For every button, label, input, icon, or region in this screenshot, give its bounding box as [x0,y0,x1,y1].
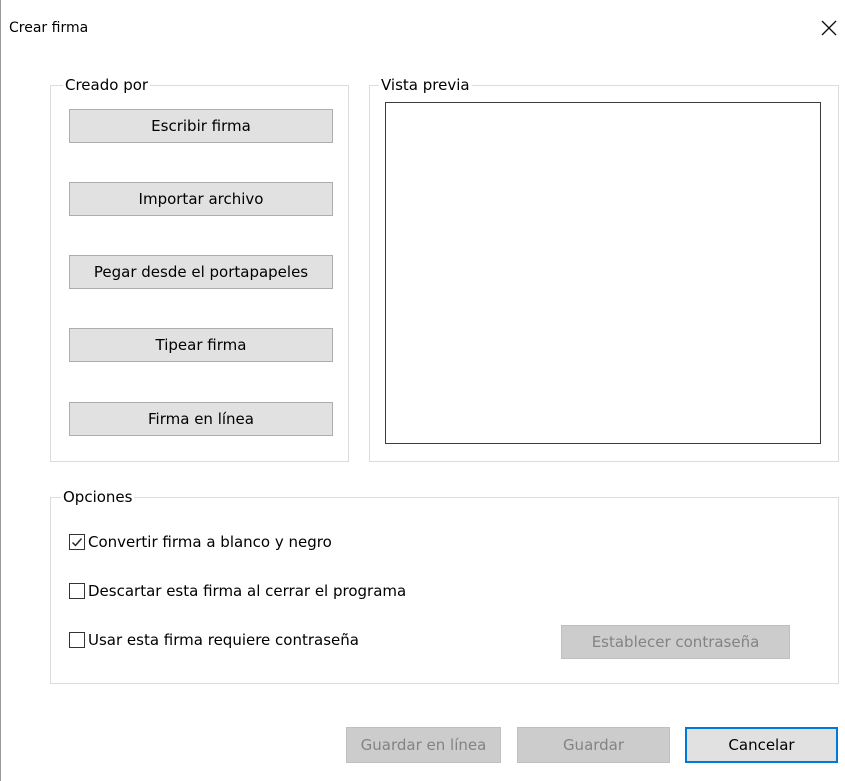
title-bar: Crear firma [1,0,845,56]
save-button[interactable]: Guardar [517,727,670,763]
window-title: Crear firma [9,20,89,36]
options-legend: Opciones [61,488,135,506]
bw-conversion-label: Convertir firma a blanco y negro [88,533,332,551]
close-button[interactable] [810,10,845,46]
require-password-option[interactable]: Usar esta firma requiere contraseña [69,630,359,650]
set-password-button[interactable]: Establecer contraseña [561,625,790,659]
discard-on-close-label: Descartar esta firma al cerrar el progra… [88,582,407,600]
require-password-checkbox[interactable] [69,632,85,648]
import-file-button[interactable]: Importar archivo [69,182,333,216]
require-password-label: Usar esta firma requiere contraseña [88,631,359,649]
close-icon [821,20,837,36]
write-signature-button[interactable]: Escribir firma [69,109,333,143]
created-by-legend: Creado por [63,76,151,94]
online-signature-button[interactable]: Firma en línea [69,402,333,436]
signature-preview-area [385,102,821,444]
bw-conversion-option[interactable]: Convertir firma a blanco y negro [69,532,332,552]
discard-on-close-checkbox[interactable] [69,583,85,599]
save-online-button[interactable]: Guardar en línea [346,727,501,763]
type-signature-button[interactable]: Tipear firma [69,328,333,362]
checkmark-icon [72,538,83,547]
paste-from-clipboard-button[interactable]: Pegar desde el portapapeles [69,255,333,289]
discard-on-close-option[interactable]: Descartar esta firma al cerrar el progra… [69,581,406,601]
bw-conversion-checkbox[interactable] [69,534,85,550]
preview-legend: Vista previa [379,76,472,94]
create-signature-dialog: Crear firma Creado por Escribir firma Im… [0,0,845,781]
cancel-button[interactable]: Cancelar [685,727,838,763]
